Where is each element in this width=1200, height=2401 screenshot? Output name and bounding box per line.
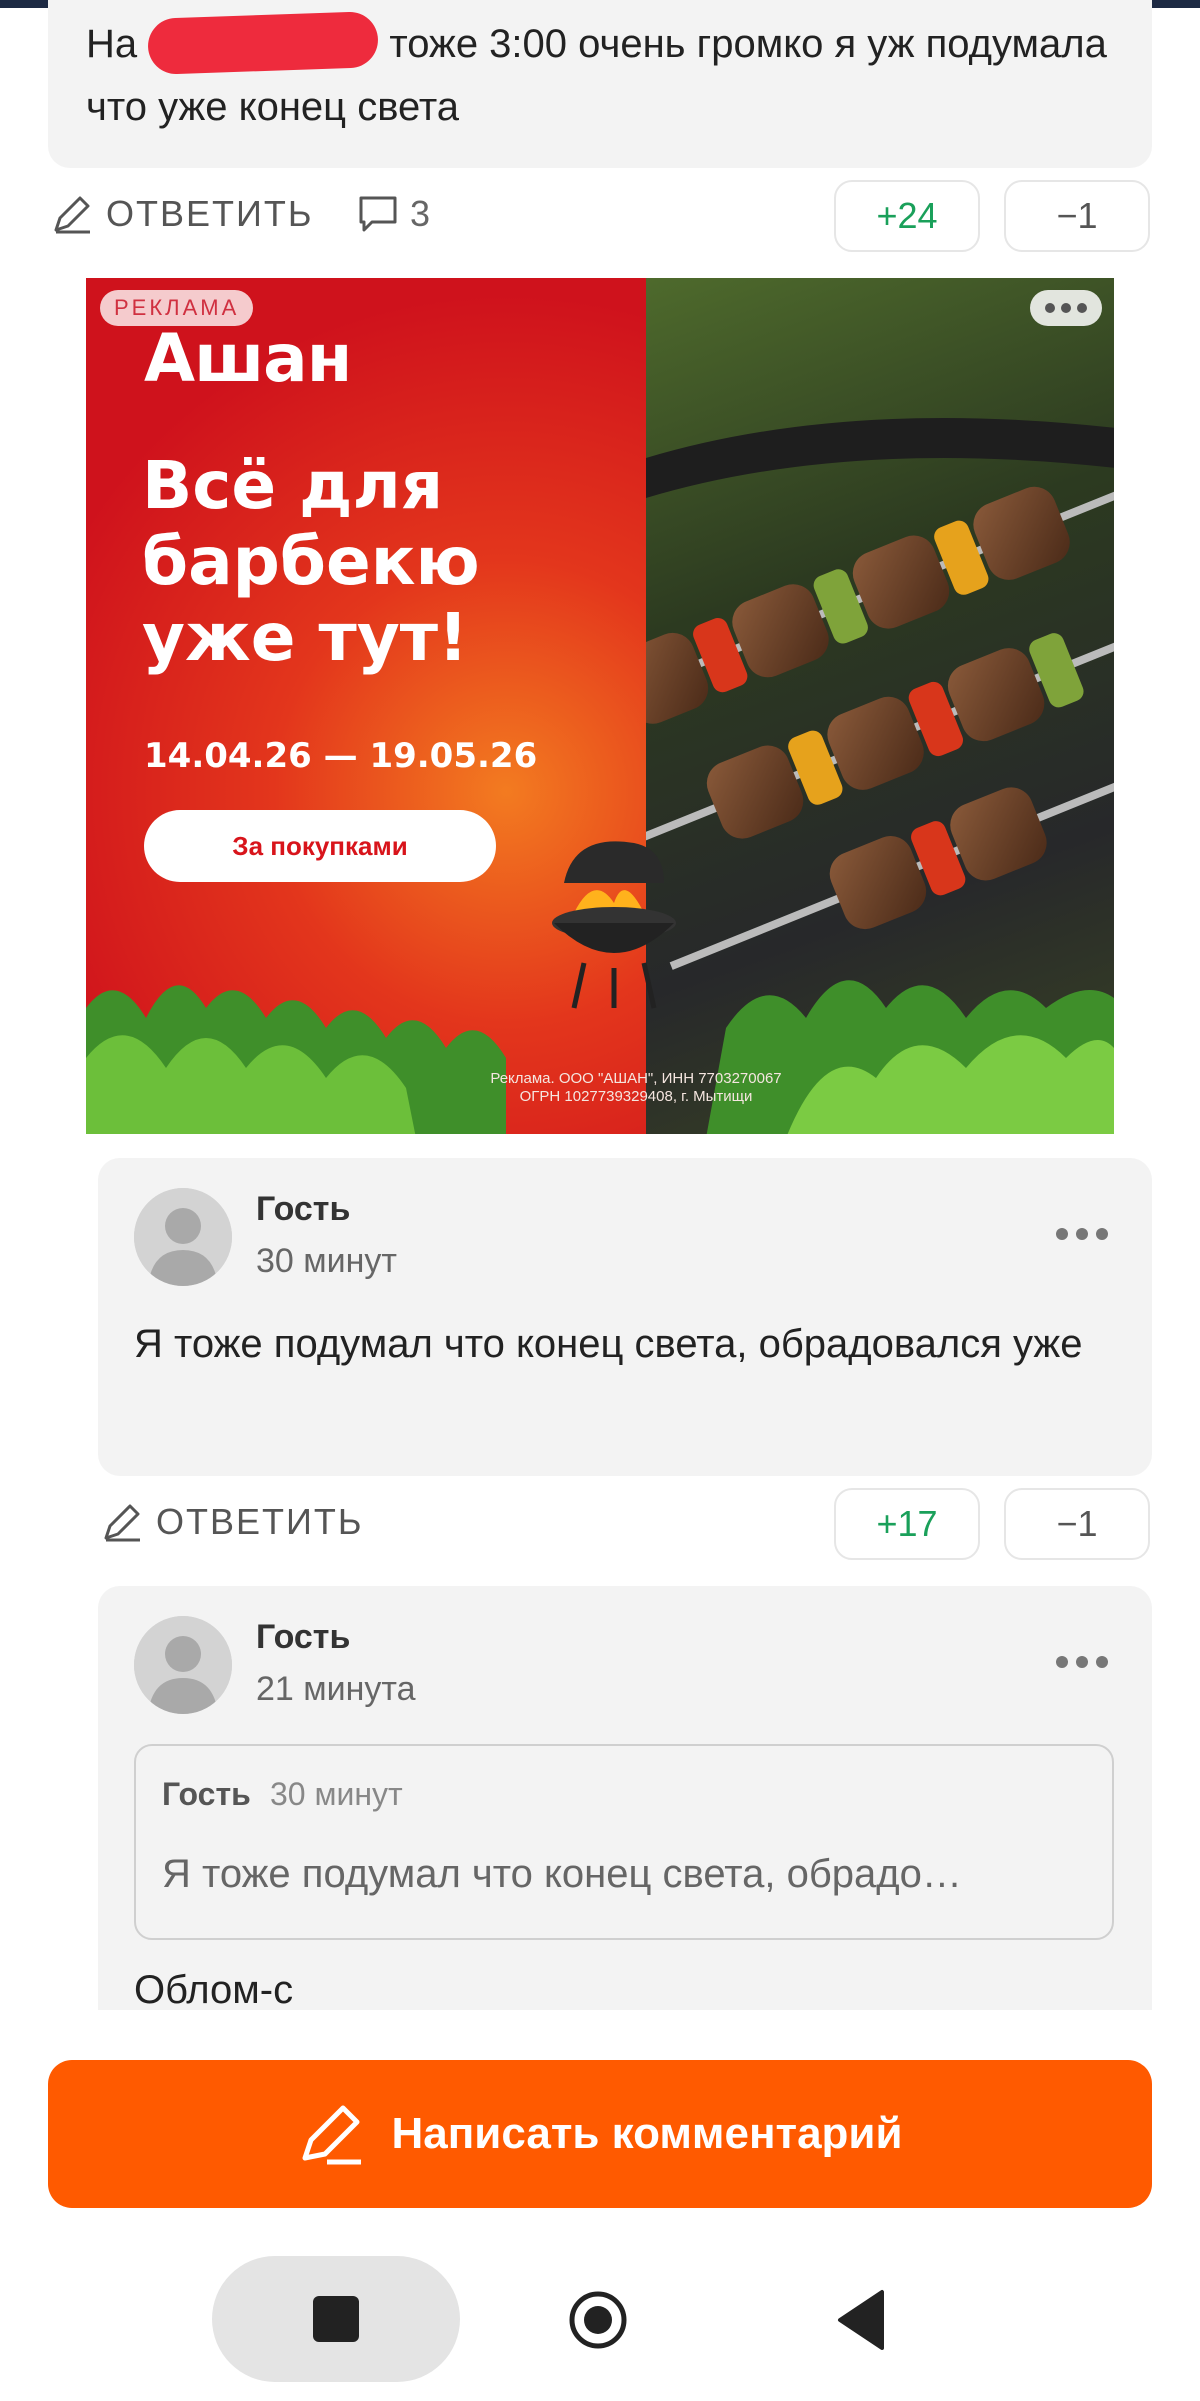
more-dots-icon — [1056, 1656, 1068, 1668]
comment-actions: ОТВЕТИТЬ +17 −1 — [0, 1486, 1200, 1562]
reply-button[interactable]: ОТВЕТИТЬ — [100, 1500, 364, 1544]
comment-bubble-icon — [359, 196, 397, 232]
comment-card-top: На тоже 3:00 очень громко я уж подумала … — [48, 0, 1152, 168]
ad-banner[interactable]: РЕКЛАМА Ашан Всё для барбекю уже тут! 14… — [86, 278, 1114, 1134]
ad-dates: 14.04.26 — 19.05.26 — [144, 736, 538, 776]
ad-more-button[interactable] — [1030, 290, 1102, 326]
skewers-illustration — [646, 418, 1114, 970]
ad-brand-logo: Ашан — [144, 320, 352, 397]
avatar-placeholder-icon — [134, 1188, 232, 1286]
comment-author[interactable]: Гость — [256, 1190, 350, 1229]
comment-time: 21 минута — [256, 1670, 416, 1708]
quote-author: Гость — [162, 1776, 251, 1812]
comment-card: Гость 21 минута Гость 30 минут Я тоже по… — [98, 1586, 1152, 2012]
redaction-mark — [147, 11, 380, 76]
upvote-button[interactable]: +17 — [834, 1488, 980, 1560]
comment-actions-top: ОТВЕТИТЬ 3 +24 −1 — [0, 178, 1200, 254]
comment-menu-button[interactable] — [1056, 1656, 1108, 1668]
avatar — [134, 1616, 232, 1714]
pencil-icon — [302, 2105, 362, 2165]
ad-cta-button[interactable]: За покупками — [144, 810, 496, 882]
upvote-button[interactable]: +24 — [834, 180, 980, 252]
comment-text: Облом-с — [134, 1968, 294, 2012]
avatar — [134, 1188, 232, 1286]
ad-headline: Всё для барбекю уже тут! — [142, 447, 480, 676]
more-dots-icon — [1045, 303, 1055, 313]
downvote-button[interactable]: −1 — [1004, 1488, 1150, 1560]
quote-text: Я тоже подумал что конец света, обрадо… — [162, 1852, 962, 1896]
nav-back-icon[interactable] — [836, 2288, 886, 2352]
pencil-icon — [54, 196, 90, 234]
nav-square-icon — [313, 2296, 359, 2342]
pencil-icon — [104, 1504, 140, 1542]
reply-button[interactable]: ОТВЕТИТЬ — [50, 192, 314, 236]
system-nav-bar — [0, 2240, 1200, 2401]
ad-legal-text: Реклама. ООО "АШАН", ИНН 7703270067 ОГРН… — [490, 1070, 782, 1105]
downvote-button[interactable]: −1 — [1004, 180, 1150, 252]
grass-illustration — [86, 980, 1114, 1134]
comment-text: Я тоже подумал что конец света, обрадова… — [134, 1322, 1083, 1366]
comment-time: 30 минут — [256, 1242, 397, 1280]
comment-menu-button[interactable] — [1056, 1228, 1108, 1240]
comment-text: На тоже 3:00 очень громко я уж подумала … — [86, 11, 1126, 137]
quoted-comment[interactable]: Гость 30 минут Я тоже подумал что конец … — [134, 1744, 1114, 1940]
more-dots-icon — [1056, 1228, 1068, 1240]
nav-circle-icon[interactable] — [568, 2290, 628, 2350]
quote-time: 30 минут — [270, 1776, 403, 1812]
nav-recents-button[interactable] — [212, 2256, 460, 2382]
avatar-placeholder-icon — [134, 1616, 232, 1714]
write-comment-button[interactable]: Написать комментарий — [48, 2060, 1152, 2208]
comment-card: Гость 30 минут Я тоже подумал что конец … — [98, 1158, 1152, 1476]
replies-count-button[interactable]: 3 — [356, 192, 430, 236]
comment-author[interactable]: Гость — [256, 1618, 350, 1657]
